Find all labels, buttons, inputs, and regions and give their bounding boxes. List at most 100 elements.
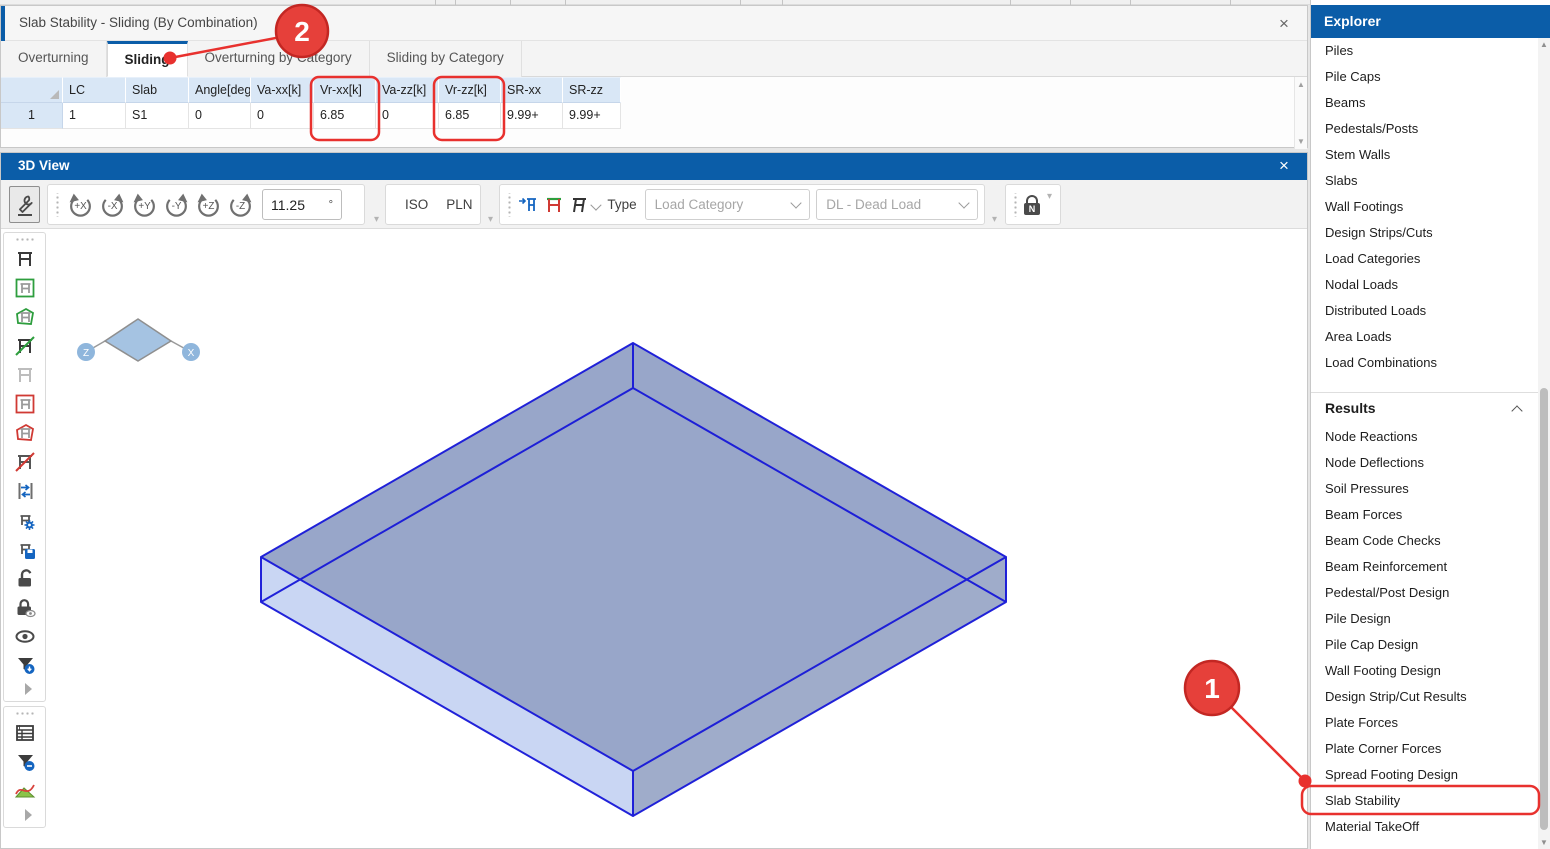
explorer-item-pile-design[interactable]: Pile Design — [1311, 606, 1539, 632]
scroll-up-icon[interactable]: ▲ — [1295, 80, 1307, 89]
grid-header-angle-deg[interactable]: Angle[deg] — [189, 77, 251, 103]
rotate-z-button[interactable]: +Z — [193, 190, 223, 220]
grid-header-vr-zz-k[interactable]: Vr-zz[k] — [439, 77, 501, 103]
rotation-angle-value: 11.25 — [271, 197, 329, 213]
explorer-item-node-deflections[interactable]: Node Deflections — [1311, 450, 1539, 476]
tab-sliding[interactable]: Sliding — [107, 41, 188, 77]
grid-cell[interactable]: 6.85 — [439, 103, 501, 129]
load-display-group: Type Load Category DL - Dead Load — [499, 184, 985, 225]
lock-node-numbers-button[interactable]: N — [1024, 195, 1040, 215]
explorer-item-beam-forces[interactable]: Beam Forces — [1311, 502, 1539, 528]
svg-text:-X: -X — [107, 201, 117, 212]
explorer-item-slab-stability[interactable]: Slab Stability — [1311, 788, 1539, 814]
grid-cell[interactable]: 0 — [251, 103, 314, 129]
explorer-item-node-reactions[interactable]: Node Reactions — [1311, 424, 1539, 450]
explorer-scrollbar[interactable]: ▲ ▼ — [1538, 38, 1550, 849]
explorer-item-pedestals-posts[interactable]: Pedestals/Posts — [1311, 116, 1539, 142]
grid-header-slab[interactable]: Slab — [126, 77, 189, 103]
slab-stability-window: Slab Stability - Sliding (By Combination… — [0, 5, 1308, 148]
drag-handle[interactable] — [506, 193, 512, 217]
explorer-item-design-strips-cuts[interactable]: Design Strips/Cuts — [1311, 220, 1539, 246]
view-group-more-icon[interactable]: ▾ — [488, 206, 493, 225]
type-label: Type — [607, 197, 636, 212]
lock-more-icon[interactable]: ▾ — [1047, 187, 1052, 202]
grid-header-vr-xx-k[interactable]: Vr-xx[k] — [314, 77, 376, 103]
explorer-item-area-loads[interactable]: Area Loads — [1311, 324, 1539, 350]
explorer-item-stem-walls[interactable]: Stem Walls — [1311, 142, 1539, 168]
load-combination-dropdown[interactable]: DL - Dead Load — [816, 189, 978, 220]
tab-sliding-by-category[interactable]: Sliding by Category — [370, 41, 522, 77]
explorer-item-beams[interactable]: Beams — [1311, 90, 1539, 116]
grid-cell[interactable]: 0 — [189, 103, 251, 129]
grid-cell[interactable]: 6.85 — [314, 103, 376, 129]
explorer-item-soil-pressures[interactable]: Soil Pressures — [1311, 476, 1539, 502]
scroll-up-icon[interactable]: ▲ — [1538, 40, 1550, 49]
show-nodal-loads-button[interactable] — [516, 190, 541, 219]
explorer-item-nodal-loads[interactable]: Nodal Loads — [1311, 272, 1539, 298]
iso-view-button[interactable]: ISO — [396, 197, 437, 212]
grid-cell[interactable]: 9.99+ — [563, 103, 621, 129]
application-window: Slab Stability - Sliding (By Combination… — [0, 0, 1550, 849]
rotate-group-more-icon[interactable]: ▾ — [374, 206, 379, 225]
3d-viewport[interactable]: I Z X — [1, 229, 1307, 848]
explorer-item-spread-footing-design[interactable]: Spread Footing Design — [1311, 762, 1539, 788]
explorer-item-load-combinations[interactable]: Load Combinations — [1311, 350, 1539, 376]
explorer-item-wall-footings[interactable]: Wall Footings — [1311, 194, 1539, 220]
loads-italic-icon — [567, 194, 589, 216]
close-icon[interactable]: × — [1273, 155, 1295, 177]
grid-cell[interactable]: 1 — [63, 103, 126, 129]
explorer-item-pile-caps[interactable]: Pile Caps — [1311, 64, 1539, 90]
grid-header-va-xx-k[interactable]: Va-xx[k] — [251, 77, 314, 103]
show-area-loads-button[interactable] — [541, 190, 566, 219]
collapse-icon[interactable] — [1511, 405, 1522, 416]
grid-cell[interactable]: S1 — [126, 103, 189, 129]
grid-header-lc[interactable]: LC — [63, 77, 126, 103]
explorer-item-beam-reinforcement[interactable]: Beam Reinforcement — [1311, 554, 1539, 580]
load-group-more-icon[interactable]: ▾ — [992, 206, 997, 225]
rotate-x-button[interactable]: +X — [65, 190, 95, 220]
wrench-icon — [14, 192, 36, 218]
tab-overturning-by-category[interactable]: Overturning by Category — [188, 41, 370, 77]
explorer-item-design-strip-cut-results[interactable]: Design Strip/Cut Results — [1311, 684, 1539, 710]
show-all-loads-button[interactable] — [566, 190, 589, 219]
explorer-item-piles[interactable]: Piles — [1311, 38, 1539, 64]
explorer-item-plate-corner-forces[interactable]: Plate Corner Forces — [1311, 736, 1539, 762]
grid-header-sr-zz[interactable]: SR-zz — [563, 77, 621, 103]
rotate-y-button[interactable]: +Y — [129, 190, 159, 220]
scroll-down-icon[interactable]: ▼ — [1295, 137, 1307, 146]
explorer-item-load-categories[interactable]: Load Categories — [1311, 246, 1539, 272]
rotation-angle-input[interactable]: 11.25 ° — [262, 189, 342, 220]
grid-cell[interactable]: 9.99+ — [501, 103, 563, 129]
explorer-item-wall-footing-design[interactable]: Wall Footing Design — [1311, 658, 1539, 684]
explorer-item-slabs[interactable]: Slabs — [1311, 168, 1539, 194]
explorer-item-pile-cap-design[interactable]: Pile Cap Design — [1311, 632, 1539, 658]
loads-chevron-icon[interactable] — [590, 199, 601, 210]
grid-header-sr-xx[interactable]: SR-xx — [501, 77, 563, 103]
grid-cell[interactable]: 0 — [376, 103, 439, 129]
grid-corner-cell[interactable] — [1, 77, 63, 103]
chevron-down-icon — [791, 197, 802, 208]
results-section-header[interactable]: Results — [1311, 392, 1539, 422]
grid-header-va-zz-k[interactable]: Va-zz[k] — [376, 77, 439, 103]
close-icon[interactable]: × — [1273, 13, 1295, 35]
tab-overturning[interactable]: Overturning — [1, 41, 107, 77]
explorer-item-beam-code-checks[interactable]: Beam Code Checks — [1311, 528, 1539, 554]
explorer-item-material-takeoff[interactable]: Material TakeOff — [1311, 814, 1539, 840]
scrollbar-thumb[interactable] — [1540, 388, 1548, 830]
drag-handle[interactable] — [1012, 193, 1018, 217]
scroll-down-icon[interactable]: ▼ — [1538, 838, 1550, 847]
rotate-y-button[interactable]: -Y — [161, 190, 191, 220]
explorer-item-pedestal-post-design[interactable]: Pedestal/Post Design — [1311, 580, 1539, 606]
slab-3d-model[interactable] — [1, 229, 1307, 848]
view-settings-button[interactable] — [9, 186, 40, 223]
3d-view-titlebar: 3D View × — [1, 153, 1307, 180]
plan-view-button[interactable]: PLN — [437, 197, 481, 212]
grid-row-number[interactable]: 1 — [1, 103, 63, 129]
rotate-x-button[interactable]: -X — [97, 190, 127, 220]
drag-handle[interactable] — [54, 193, 60, 217]
explorer-item-distributed-loads[interactable]: Distributed Loads — [1311, 298, 1539, 324]
rotate-z-button[interactable]: -Z — [225, 190, 255, 220]
load-category-dropdown[interactable]: Load Category — [645, 189, 811, 220]
explorer-item-plate-forces[interactable]: Plate Forces — [1311, 710, 1539, 736]
grid-scrollbar[interactable]: ▲ ▼ — [1294, 77, 1307, 149]
